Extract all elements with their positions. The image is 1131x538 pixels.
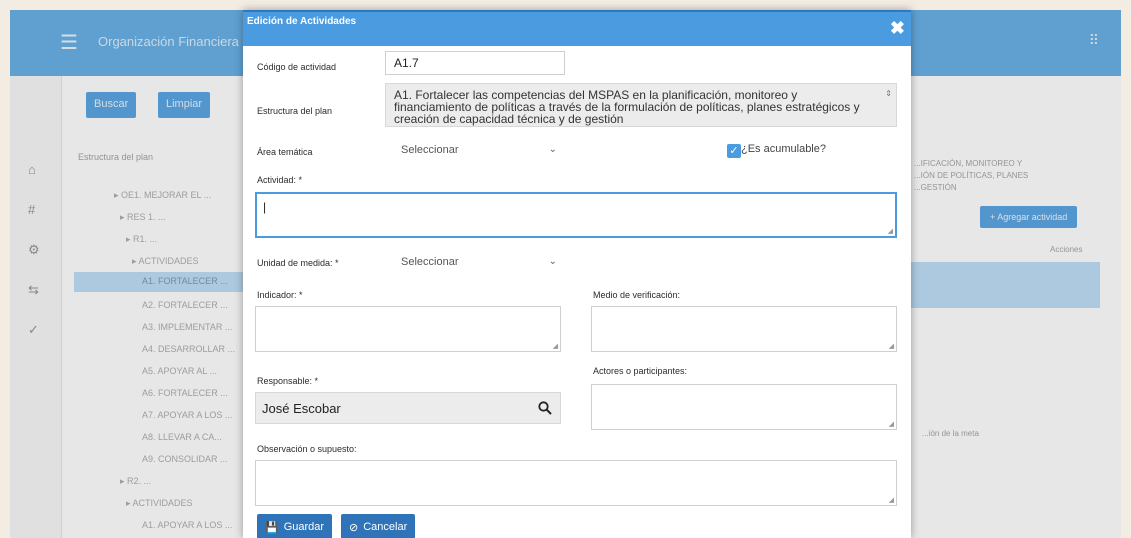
search-icon[interactable]	[538, 401, 552, 415]
save-button-label: Guardar	[283, 521, 325, 533]
dialog-header: Edición de Actividades ✖	[243, 10, 911, 46]
actividad-value: |	[263, 200, 267, 214]
actividad-textarea[interactable]: | ◢	[255, 192, 897, 238]
actores-label: Actores o participantes:	[593, 366, 688, 376]
estructura-textarea[interactable]: A1. Fortalecer las competencias del MSPA…	[385, 83, 897, 127]
edit-activity-dialog: Edición de Actividades ✖ Código de activ…	[243, 10, 911, 538]
spin-icon[interactable]: ⇕	[885, 89, 892, 98]
cancel-circle-icon: ⊘	[349, 521, 359, 534]
codigo-label: Código de actividad	[257, 62, 337, 72]
cancel-button[interactable]: ⊘ Cancelar	[341, 514, 416, 538]
responsable-value: José Escobar	[262, 401, 341, 416]
chevron-down-icon: ⌄	[548, 256, 557, 267]
floppy-icon: 💾	[265, 521, 279, 534]
save-button[interactable]: 💾 Guardar	[257, 514, 333, 538]
medio-label: Medio de verificación:	[593, 290, 681, 300]
acumulable-label: ¿Es acumulable?	[741, 143, 826, 155]
resize-handle-icon[interactable]: ◢	[889, 420, 894, 428]
unidad-label: Unidad de medida: *	[257, 258, 339, 268]
responsable-label: Responsable: *	[257, 376, 319, 386]
area-label: Área temática	[257, 147, 313, 157]
estructura-value: A1. Fortalecer las competencias del MSPA…	[394, 88, 860, 126]
dialog-title: Edición de Actividades	[247, 16, 357, 27]
chevron-down-icon: ⌄	[548, 144, 557, 155]
acumulable-checkbox[interactable]: ✓	[727, 144, 741, 158]
codigo-input[interactable]: A1.7	[385, 51, 565, 75]
unidad-value: Seleccionar	[401, 256, 459, 268]
cancel-button-label: Cancelar	[363, 521, 408, 533]
observacion-textarea[interactable]: ◢	[255, 460, 897, 506]
codigo-value: A1.7	[394, 56, 419, 70]
medio-textarea[interactable]: ◢	[591, 306, 897, 352]
estructura-label: Estructura del plan	[257, 106, 333, 116]
unidad-select[interactable]: Seleccionar ⌄	[401, 256, 557, 272]
area-select[interactable]: Seleccionar ⌄	[401, 144, 557, 160]
area-value: Seleccionar	[401, 144, 459, 156]
actividad-label: Actividad: *	[257, 175, 303, 185]
indicador-label: Indicador: *	[257, 290, 303, 300]
resize-handle-icon[interactable]: ◢	[888, 227, 893, 235]
resize-handle-icon[interactable]: ◢	[889, 342, 894, 350]
actores-textarea[interactable]: ◢	[591, 384, 897, 430]
close-icon[interactable]: ✖	[890, 18, 905, 39]
resize-handle-icon[interactable]: ◢	[889, 496, 894, 504]
observacion-label: Observación o supuesto:	[257, 444, 357, 454]
indicador-textarea[interactable]: ◢	[255, 306, 561, 352]
responsable-input[interactable]: José Escobar	[255, 392, 561, 424]
resize-handle-icon[interactable]: ◢	[553, 342, 558, 350]
